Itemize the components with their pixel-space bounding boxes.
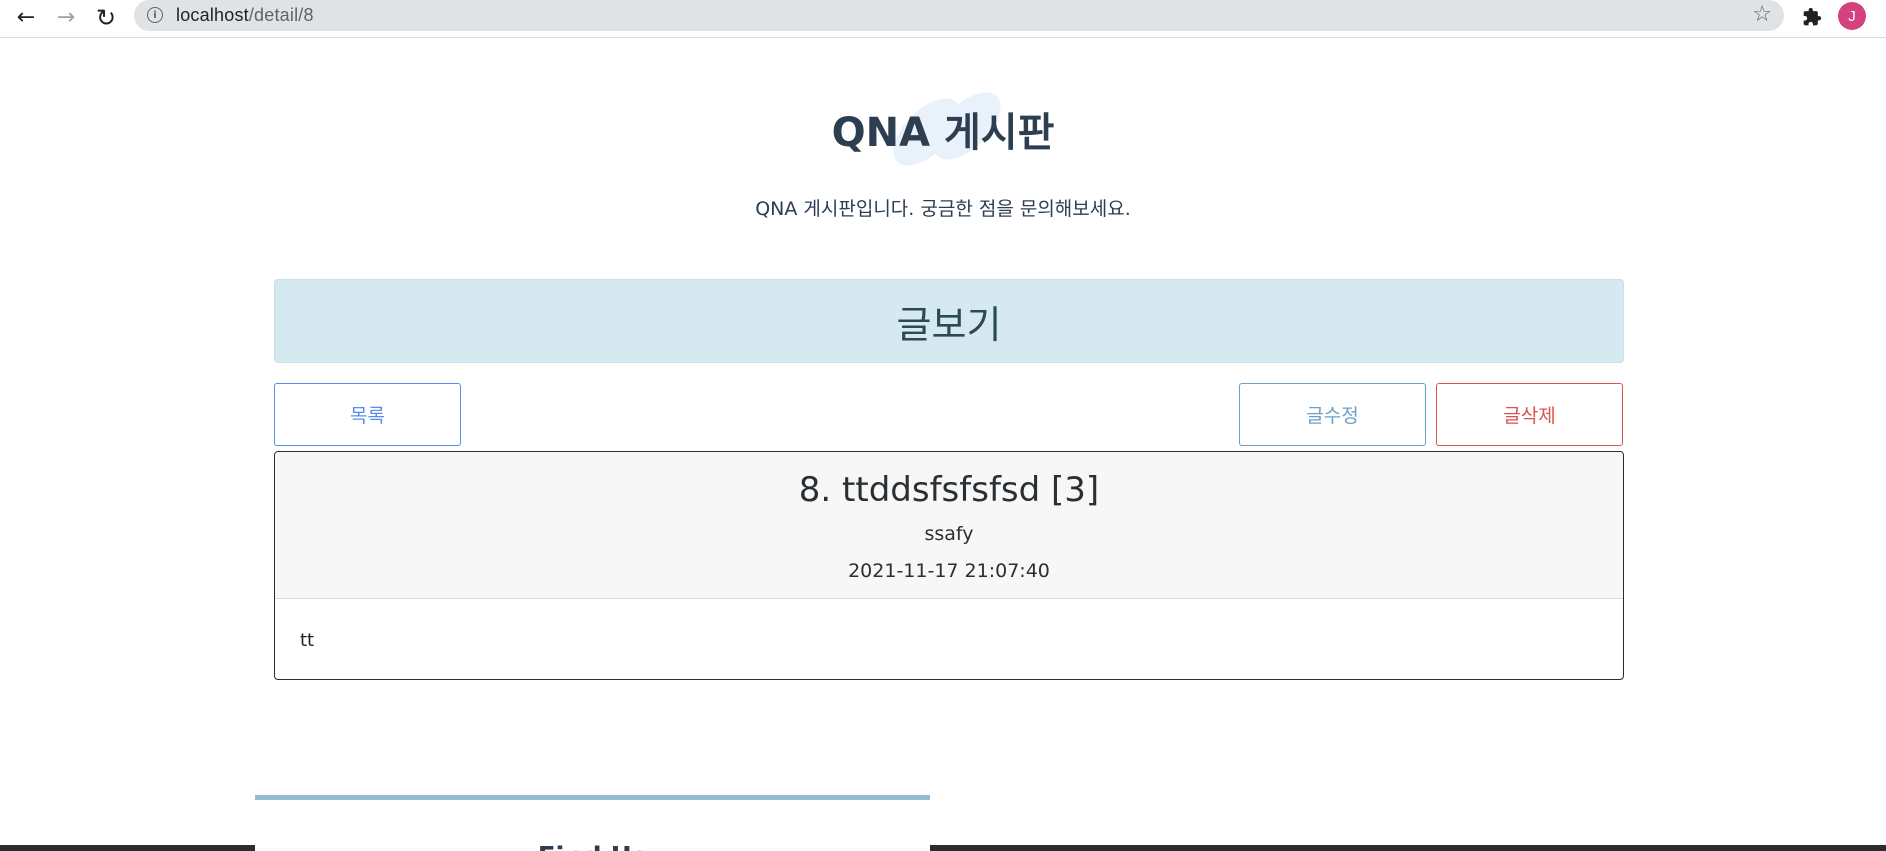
page-subtitle: QNA 게시판입니다. 궁금한 점을 문의해보세요. (755, 198, 1131, 220)
info-icon[interactable]: i (147, 7, 163, 23)
article-title: 8. ttddsfsfsfsd [3] (798, 470, 1100, 510)
delete-button[interactable]: 글삭제 (1436, 383, 1623, 446)
footer-bar (930, 845, 1886, 851)
article-header: 8. ttddsfsfsfsd [3] ssafy 2021-11-17 21:… (275, 452, 1623, 599)
url-host: localhost (176, 5, 249, 25)
section-banner: 글보기 (274, 279, 1624, 363)
back-icon[interactable]: ← (11, 3, 41, 33)
section-title: 글보기 (896, 302, 1002, 347)
footer-tab: Find Us (255, 795, 930, 851)
article-content: tt (300, 630, 315, 651)
reload-icon[interactable]: ↻ (91, 3, 121, 33)
article-card: 8. ttddsfsfsfsd [3] ssafy 2021-11-17 21:… (274, 451, 1624, 680)
footer-bar (0, 845, 255, 851)
avatar[interactable]: J (1838, 2, 1866, 30)
address-bar[interactable]: i localhost/detail/8 ☆ (134, 0, 1784, 31)
list-button[interactable]: 목록 (274, 383, 461, 446)
url-text[interactable]: localhost/detail/8 (176, 5, 314, 26)
article-date: 2021-11-17 21:07:40 (848, 560, 1050, 582)
edit-button[interactable]: 글수정 (1239, 383, 1426, 446)
puzzle-icon[interactable] (1797, 2, 1827, 32)
article-author: ssafy (924, 523, 974, 545)
url-path: /detail/8 (248, 5, 314, 25)
footer-tab-label: Find Us (255, 842, 930, 851)
page-title: QNA 게시판 (831, 110, 1055, 156)
forward-icon[interactable]: → (51, 3, 81, 33)
browser-toolbar: ← → ↻ i localhost/detail/8 ☆ J (0, 0, 1886, 38)
star-icon[interactable]: ☆ (1752, 2, 1772, 27)
